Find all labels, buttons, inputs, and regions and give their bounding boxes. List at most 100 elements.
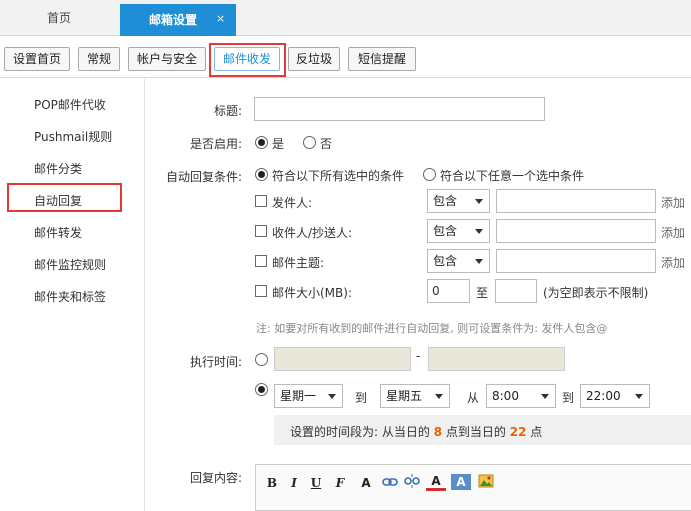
exec-date-start-input[interactable] xyxy=(274,347,411,371)
highlight-color-button[interactable]: A xyxy=(451,474,471,490)
condition-all-label: 符合以下所有选中的条件 xyxy=(272,169,405,183)
font-color-button[interactable]: A xyxy=(426,474,446,491)
recipient-operator-select[interactable]: 包含 xyxy=(427,219,490,243)
highlight-box-subnav xyxy=(209,43,286,77)
size-hint: (为空即表示不限制) xyxy=(543,286,649,300)
exec-time-label: 执行时间: xyxy=(189,355,242,369)
chevron-down-icon xyxy=(328,394,336,399)
time-from-select[interactable]: 8:00 xyxy=(486,384,556,408)
condition-label: 自动回复条件: xyxy=(165,170,242,184)
recipient-operator-value: 包含 xyxy=(433,224,458,238)
reply-content-label: 回复内容: xyxy=(189,471,242,485)
exec-date-dash: - xyxy=(416,349,421,363)
day-to-value: 星期五 xyxy=(386,389,423,403)
enable-yes-radio[interactable] xyxy=(255,136,268,149)
chevron-down-icon xyxy=(541,394,549,399)
nav-folders-labels[interactable]: 邮件夹和标签 xyxy=(34,288,106,305)
size-to-label: 至 xyxy=(476,286,489,300)
enable-no-label: 否 xyxy=(320,137,333,151)
subject-input[interactable] xyxy=(496,249,656,273)
subnav-settings-home[interactable]: 设置首页 xyxy=(4,47,70,71)
day-from-select[interactable]: 星期一 xyxy=(274,384,343,408)
reply-editor: B I U F A A A xyxy=(255,464,691,511)
size-checkbox[interactable] xyxy=(255,285,267,297)
enable-label: 是否启用: xyxy=(189,137,242,151)
subject-add-link[interactable]: 添加 xyxy=(661,254,685,271)
chevron-down-icon xyxy=(475,199,483,204)
recipient-input[interactable] xyxy=(496,219,656,243)
close-icon[interactable]: × xyxy=(216,4,225,34)
nav-mail-monitor-rules[interactable]: 邮件监控规则 xyxy=(34,256,106,273)
title-label: 标题: xyxy=(213,104,242,118)
nav-mail-category[interactable]: 邮件分类 xyxy=(34,160,82,177)
chevron-down-icon xyxy=(475,229,483,234)
subject-checkbox[interactable] xyxy=(255,255,267,267)
exec-date-end-input[interactable] xyxy=(428,347,565,371)
condition-any-label: 符合以下任意一个选中条件 xyxy=(440,169,585,183)
time-to-select[interactable]: 22:00 xyxy=(580,384,650,408)
enable-yes-label: 是 xyxy=(272,137,285,151)
title-input[interactable] xyxy=(254,97,545,121)
highlight-box-auto-reply xyxy=(7,183,122,212)
sender-label: 发件人: xyxy=(272,196,313,210)
sender-add-link[interactable]: 添加 xyxy=(661,194,685,211)
sender-operator-value: 包含 xyxy=(433,194,458,208)
unlink-icon[interactable] xyxy=(402,474,422,492)
nav-pushmail-rules[interactable]: Pushmail规则 xyxy=(34,128,112,145)
info-suffix: 点 xyxy=(530,425,543,439)
subject-operator-value: 包含 xyxy=(433,254,458,268)
time-to-value: 22:00 xyxy=(586,389,621,403)
font-family-button[interactable]: F xyxy=(330,474,350,492)
sender-operator-select[interactable]: 包含 xyxy=(427,189,490,213)
tab-strip: 首页 邮箱设置 × xyxy=(0,0,691,36)
chevron-down-icon xyxy=(435,394,443,399)
chevron-down-icon xyxy=(475,259,483,264)
subnav-account-security[interactable]: 帐户与安全 xyxy=(128,47,206,71)
tab-mail-settings-label: 邮箱设置 xyxy=(148,13,197,27)
size-from-input[interactable]: 0 xyxy=(427,279,470,303)
time-range-text: 设置的时间段为: 从当日的 8 点到当日的 22 点 xyxy=(290,423,542,440)
bold-button[interactable]: B xyxy=(262,474,282,492)
recipient-add-link[interactable]: 添加 xyxy=(661,224,685,241)
enable-no-radio[interactable] xyxy=(303,136,316,149)
italic-button[interactable]: I xyxy=(284,474,304,492)
exec-range-radio[interactable] xyxy=(255,353,268,366)
condition-any-radio[interactable] xyxy=(423,168,436,181)
sender-input[interactable] xyxy=(496,189,656,213)
recipient-checkbox[interactable] xyxy=(255,225,267,237)
insert-image-icon[interactable] xyxy=(476,474,496,492)
time-to-label: 到 xyxy=(562,391,575,405)
settings-subnav: 设置首页 常规 帐户与安全 邮件收发 反垃圾 短信提醒 xyxy=(0,36,691,78)
condition-note: 注: 如要对所有收到的邮件进行自动回复, 则可设置条件为: 发件人包含@ xyxy=(256,322,608,335)
info-prefix: 设置的时间段为: 从当日的 xyxy=(290,425,430,439)
subnav-general[interactable]: 常规 xyxy=(78,47,120,71)
tab-mail-settings[interactable]: 邮箱设置 × xyxy=(120,4,236,36)
link-icon[interactable] xyxy=(380,474,400,492)
subnav-anti-spam[interactable]: 反垃圾 xyxy=(288,47,340,71)
time-from-label: 从 xyxy=(467,391,480,405)
info-end-hour: 22 xyxy=(509,425,527,439)
condition-all-radio[interactable] xyxy=(255,168,268,181)
chevron-down-icon xyxy=(635,394,643,399)
size-label: 邮件大小(MB): xyxy=(272,286,352,300)
subject-operator-select[interactable]: 包含 xyxy=(427,249,490,273)
time-from-value: 8:00 xyxy=(492,389,519,403)
underline-button[interactable]: U xyxy=(306,474,326,492)
exec-weekly-radio[interactable] xyxy=(255,383,268,396)
nav-mail-forward[interactable]: 邮件转发 xyxy=(34,224,82,241)
info-mid: 点到当日的 xyxy=(445,425,506,439)
subnav-sms-alert[interactable]: 短信提醒 xyxy=(348,47,416,71)
time-range-info: 设置的时间段为: 从当日的 8 点到当日的 22 点 xyxy=(274,415,691,445)
sender-checkbox[interactable] xyxy=(255,195,267,207)
day-to-label: 到 xyxy=(355,391,368,405)
size-to-input[interactable] xyxy=(495,279,537,303)
day-to-select[interactable]: 星期五 xyxy=(380,384,450,408)
left-nav: POP邮件代收 Pushmail规则 邮件分类 自动回复 邮件转发 邮件监控规则… xyxy=(0,79,145,511)
day-from-value: 星期一 xyxy=(280,389,317,403)
subject-label: 邮件主题: xyxy=(272,256,325,270)
font-size-button[interactable]: A xyxy=(356,474,376,492)
recipient-label: 收件人/抄送人: xyxy=(272,226,353,240)
info-start-hour: 8 xyxy=(433,425,443,439)
tab-home[interactable]: 首页 xyxy=(0,0,118,36)
nav-pop-collect[interactable]: POP邮件代收 xyxy=(34,96,106,113)
